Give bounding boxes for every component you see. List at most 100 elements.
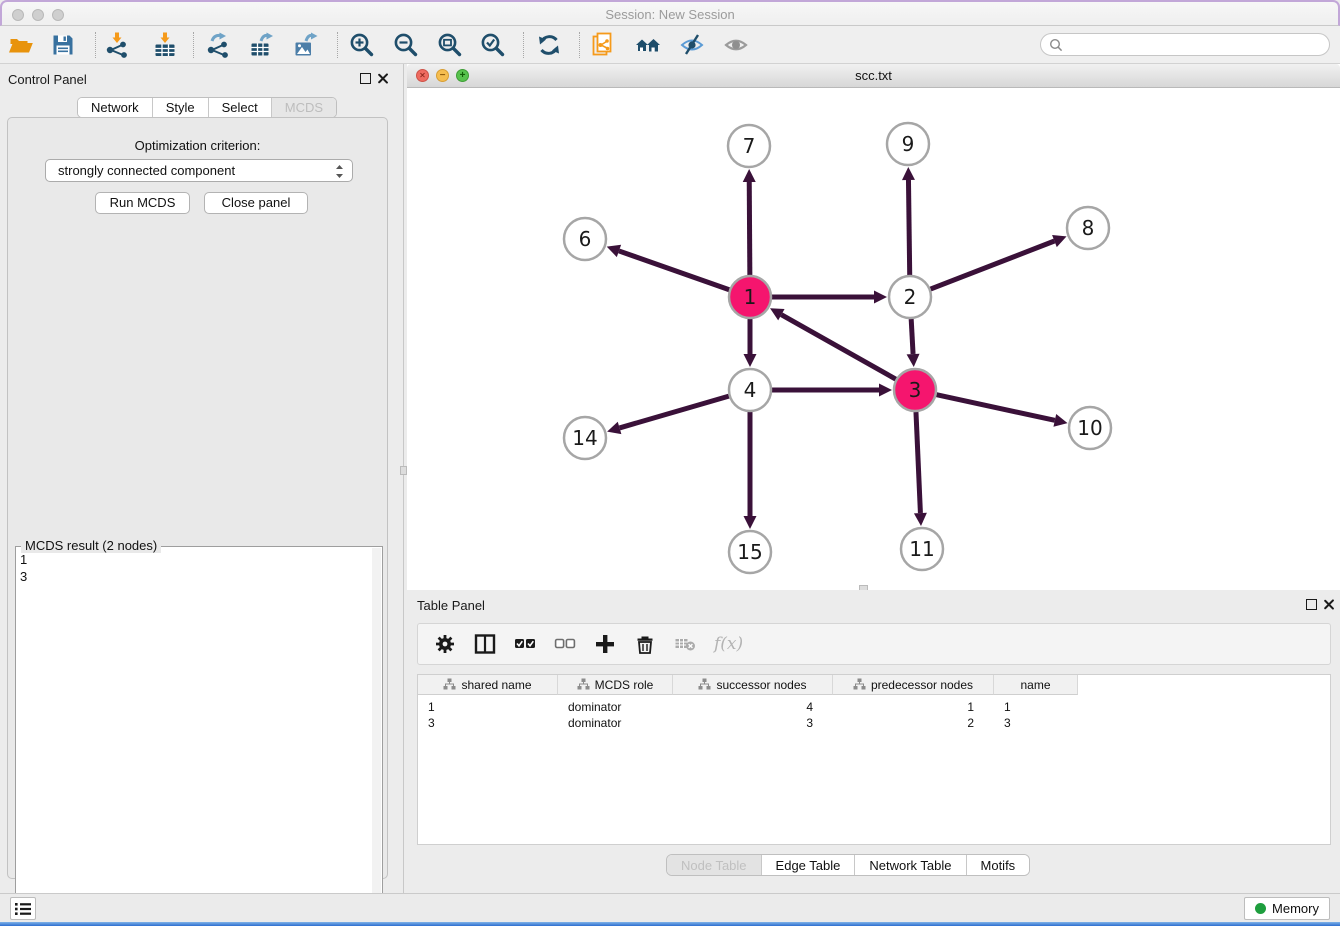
table-panel-title: Table Panel bbox=[417, 598, 485, 613]
tab-edge-table[interactable]: Edge Table bbox=[762, 855, 856, 875]
tab-node-table[interactable]: Node Table bbox=[667, 855, 762, 875]
column-tree-icon bbox=[698, 678, 711, 691]
graph-node-8[interactable]: 8 bbox=[1067, 207, 1109, 249]
tab-network[interactable]: Network bbox=[78, 98, 153, 117]
graph-node-6[interactable]: 6 bbox=[564, 218, 606, 260]
graph-node-3[interactable]: 3 bbox=[894, 369, 936, 411]
memory-status-icon bbox=[1255, 903, 1266, 914]
table-cell[interactable]: 1 bbox=[994, 699, 1078, 715]
export-network-icon[interactable] bbox=[205, 32, 231, 58]
add-icon[interactable] bbox=[594, 633, 616, 655]
memory-button[interactable]: Memory bbox=[1244, 897, 1330, 920]
table-cell[interactable]: 3 bbox=[418, 715, 558, 731]
tab-motifs[interactable]: Motifs bbox=[967, 855, 1030, 875]
zoom-out-icon[interactable] bbox=[393, 32, 419, 58]
graph-node-9[interactable]: 9 bbox=[887, 123, 929, 165]
delete-icon[interactable] bbox=[634, 633, 656, 655]
graph-node-2[interactable]: 2 bbox=[889, 276, 931, 318]
network-window-titlebar[interactable]: scc.txt bbox=[407, 64, 1340, 88]
graph-node-10[interactable]: 10 bbox=[1069, 407, 1111, 449]
table-cell[interactable]: 2 bbox=[833, 715, 994, 731]
toolbar-separator bbox=[579, 32, 580, 58]
export-image-icon[interactable] bbox=[293, 32, 319, 58]
export-table-icon[interactable] bbox=[249, 32, 275, 58]
graph-edge-2-3[interactable] bbox=[907, 319, 920, 367]
search-box[interactable] bbox=[1040, 33, 1330, 56]
zoom-selected-icon[interactable] bbox=[480, 32, 506, 58]
import-network-icon[interactable] bbox=[104, 32, 130, 58]
result-scrollbar[interactable] bbox=[372, 548, 381, 922]
float-panel-icon[interactable] bbox=[360, 73, 371, 84]
graph-node-label: 6 bbox=[579, 227, 592, 251]
graph-edge-1-7[interactable] bbox=[743, 169, 756, 275]
open-file-icon[interactable] bbox=[8, 32, 34, 58]
graph-edge-3-1[interactable] bbox=[770, 308, 896, 379]
search-input[interactable] bbox=[1063, 36, 1329, 54]
graph-edge-4-3[interactable] bbox=[772, 384, 892, 397]
save-session-icon[interactable] bbox=[50, 32, 76, 58]
table-cell[interactable]: 4 bbox=[673, 699, 833, 715]
dropdown-value: strongly connected component bbox=[58, 163, 235, 178]
close-panel-button[interactable]: Close panel bbox=[204, 192, 308, 214]
network-graph[interactable]: 7 9 6 8 1 2 4 3 14 10 15 11 bbox=[407, 88, 1340, 590]
graph-edge-2-9[interactable] bbox=[902, 167, 915, 275]
graph-node-label: 14 bbox=[572, 426, 597, 450]
graph-node-4[interactable]: 4 bbox=[729, 369, 771, 411]
first-neighbors-icon[interactable] bbox=[635, 32, 661, 58]
graph-node-label: 11 bbox=[909, 537, 934, 561]
graph-edge-1-6[interactable] bbox=[607, 245, 730, 290]
zoom-in-icon[interactable] bbox=[349, 32, 375, 58]
select-all-icon[interactable] bbox=[514, 633, 536, 655]
column-header-shared-name[interactable]: shared name bbox=[418, 675, 558, 695]
column-header-successor-nodes[interactable]: successor nodes bbox=[673, 675, 833, 695]
graph-edge-1-4[interactable] bbox=[744, 319, 757, 367]
vertical-splitter[interactable] bbox=[399, 64, 407, 893]
close-panel-icon[interactable] bbox=[376, 71, 390, 85]
graph-node-label: 15 bbox=[737, 540, 762, 564]
graph-edge-3-10[interactable] bbox=[936, 395, 1067, 427]
columns-icon[interactable] bbox=[474, 633, 496, 655]
graph-node-15[interactable]: 15 bbox=[729, 531, 771, 573]
tab-style[interactable]: Style bbox=[153, 98, 209, 117]
column-tree-icon bbox=[853, 678, 866, 691]
hide-selected-icon[interactable] bbox=[679, 32, 705, 58]
graph-node-11[interactable]: 11 bbox=[901, 528, 943, 570]
window-bottom-edge bbox=[0, 922, 1340, 926]
tab-mcds[interactable]: MCDS bbox=[272, 98, 336, 117]
graph-node-14[interactable]: 14 bbox=[564, 417, 606, 459]
optimization-criterion-select[interactable]: strongly connected component bbox=[45, 159, 353, 182]
column-header-name[interactable]: name bbox=[994, 675, 1078, 695]
table-cell[interactable]: 1 bbox=[418, 699, 558, 715]
run-mcds-button[interactable]: Run MCDS bbox=[95, 192, 190, 214]
float-table-panel-icon[interactable] bbox=[1306, 599, 1317, 610]
task-history-button[interactable] bbox=[10, 897, 36, 920]
table-cell[interactable]: 3 bbox=[994, 715, 1078, 731]
graph-edge-4-15[interactable] bbox=[744, 412, 757, 529]
graph-edge-3-11[interactable] bbox=[914, 412, 927, 526]
gear-icon[interactable] bbox=[434, 633, 456, 655]
graph-edge-2-8[interactable] bbox=[931, 235, 1067, 289]
refresh-icon[interactable] bbox=[536, 32, 562, 58]
control-panel: Control Panel Network Style Select MCDS … bbox=[0, 64, 395, 893]
graph-node-label: 7 bbox=[743, 134, 756, 158]
tab-select[interactable]: Select bbox=[209, 98, 272, 117]
mcds-result-text[interactable]: 1 3 bbox=[20, 551, 370, 919]
tab-network-table[interactable]: Network Table bbox=[855, 855, 966, 875]
table-cell[interactable]: dominator bbox=[558, 699, 673, 715]
deselect-all-icon[interactable] bbox=[554, 633, 576, 655]
graph-edge-4-14[interactable] bbox=[607, 396, 729, 434]
graph-edge-1-2[interactable] bbox=[772, 291, 887, 304]
table-cell[interactable]: 3 bbox=[673, 715, 833, 731]
splitter-grip[interactable] bbox=[400, 466, 407, 475]
table-cell[interactable]: 1 bbox=[833, 699, 994, 715]
graph-node-label: 9 bbox=[902, 132, 915, 156]
graph-node-7[interactable]: 7 bbox=[728, 125, 770, 167]
zoom-fit-icon[interactable] bbox=[437, 32, 463, 58]
column-header-predecessor-nodes[interactable]: predecessor nodes bbox=[833, 675, 994, 695]
column-header-MCDS-role[interactable]: MCDS role bbox=[558, 675, 673, 695]
network-from-file-icon[interactable] bbox=[591, 32, 617, 58]
table-cell[interactable]: dominator bbox=[558, 715, 673, 731]
close-table-panel-icon[interactable] bbox=[1322, 597, 1336, 611]
import-table-icon[interactable] bbox=[152, 32, 178, 58]
graph-node-1[interactable]: 1 bbox=[729, 276, 771, 318]
